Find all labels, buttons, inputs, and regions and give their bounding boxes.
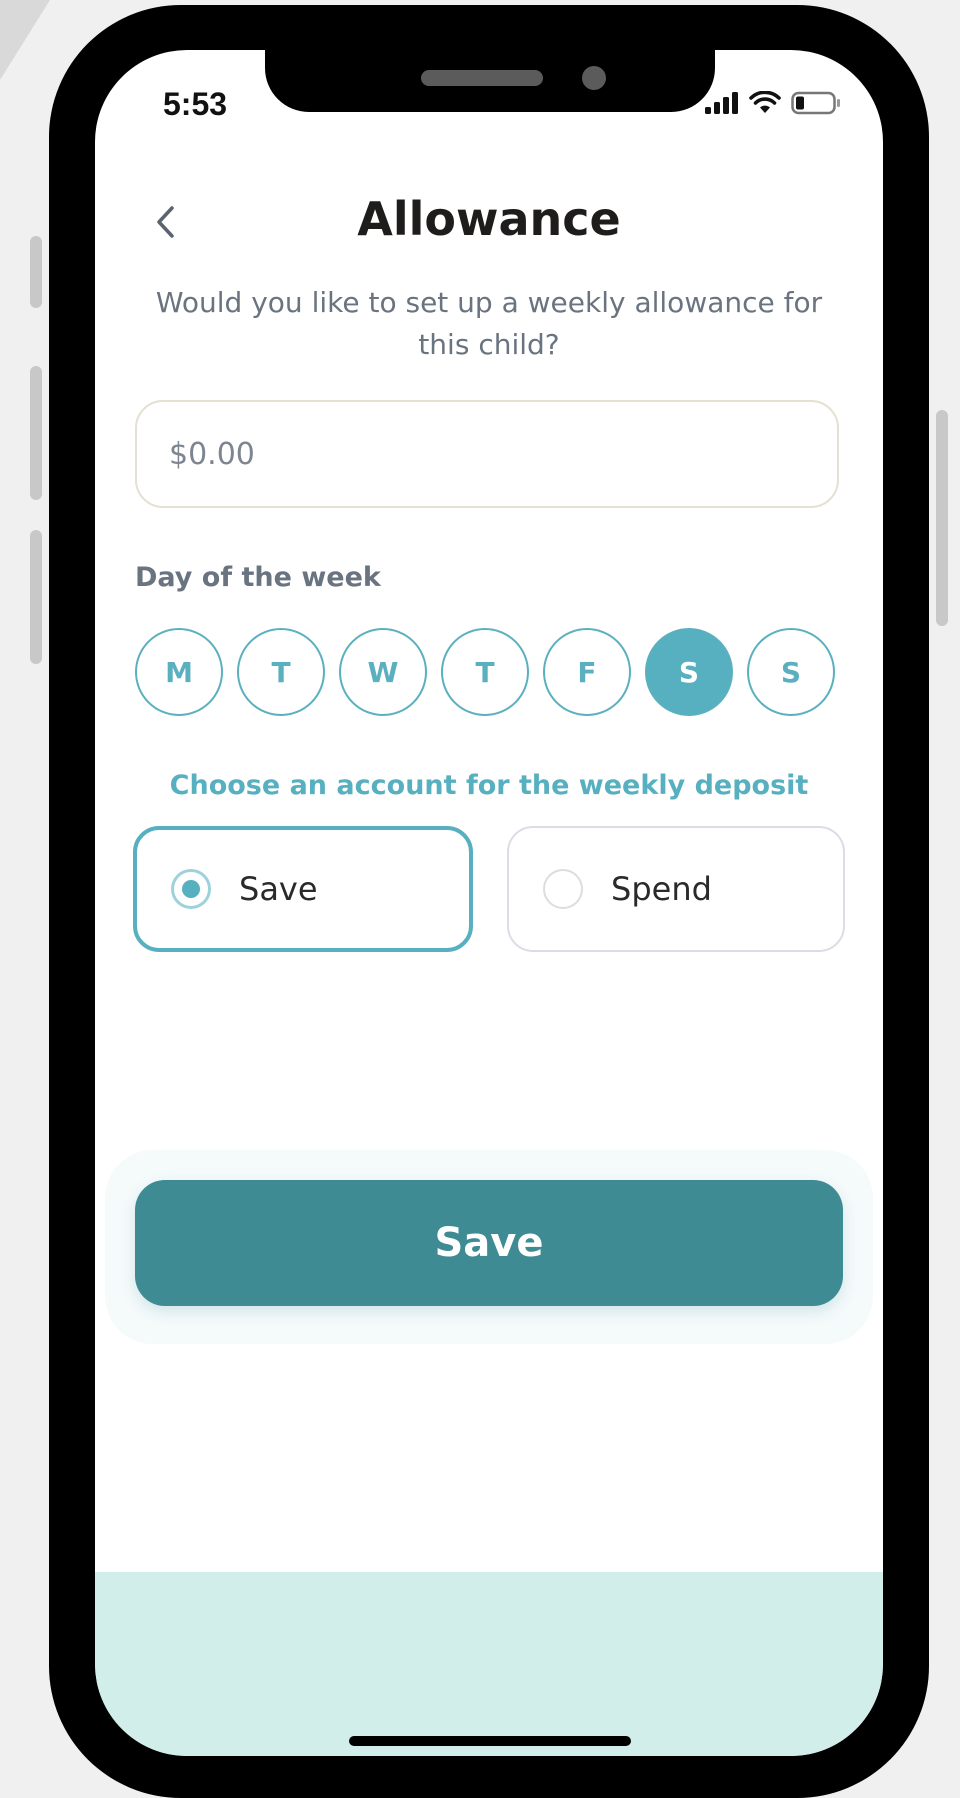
day-thursday[interactable]: T xyxy=(441,628,529,716)
silent-switch xyxy=(30,236,42,308)
spend-radio[interactable] xyxy=(543,869,583,909)
signal-icon xyxy=(705,92,738,114)
allowance-amount-input[interactable] xyxy=(135,400,839,508)
account-choice-label: Choose an account for the weekly deposit xyxy=(169,770,809,801)
radio-dot xyxy=(182,880,200,898)
wifi-icon xyxy=(749,91,781,113)
battery-icon xyxy=(791,91,840,115)
bottom-panel xyxy=(95,1572,883,1756)
screenshot-stage: 5:53 Allowance Would you like to set up … xyxy=(0,0,960,1798)
day-sunday[interactable]: S xyxy=(747,628,835,716)
account-option-label: Save xyxy=(239,870,318,908)
camera xyxy=(582,66,606,90)
save-button[interactable]: Save xyxy=(135,1180,843,1306)
phone-screen: 5:53 Allowance Would you like to set up … xyxy=(95,50,883,1756)
day-monday[interactable]: M xyxy=(135,628,223,716)
day-wednesday[interactable]: W xyxy=(339,628,427,716)
page-title: Allowance xyxy=(357,192,621,246)
account-option-spend[interactable]: Spend xyxy=(507,826,845,952)
day-tuesday[interactable]: T xyxy=(237,628,325,716)
status-icons xyxy=(705,88,841,118)
day-friday[interactable]: F xyxy=(543,628,631,716)
status-time: 5:53 xyxy=(163,86,228,122)
account-option-save[interactable]: Save xyxy=(133,826,473,952)
speaker xyxy=(421,70,543,86)
day-saturday[interactable]: S xyxy=(645,628,733,716)
phone-frame: 5:53 Allowance Would you like to set up … xyxy=(49,5,929,1798)
save-radio[interactable] xyxy=(171,869,211,909)
volume-down-button xyxy=(30,530,42,664)
page-subtitle: Would you like to set up a weekly allowa… xyxy=(155,286,823,361)
volume-up-button xyxy=(30,366,42,500)
home-indicator xyxy=(349,1736,631,1746)
day-selector: M T W T F S S xyxy=(135,628,835,716)
account-option-label: Spend xyxy=(611,870,712,908)
background-corner xyxy=(0,0,50,80)
day-of-week-label: Day of the week xyxy=(135,562,381,593)
power-button xyxy=(936,410,948,626)
